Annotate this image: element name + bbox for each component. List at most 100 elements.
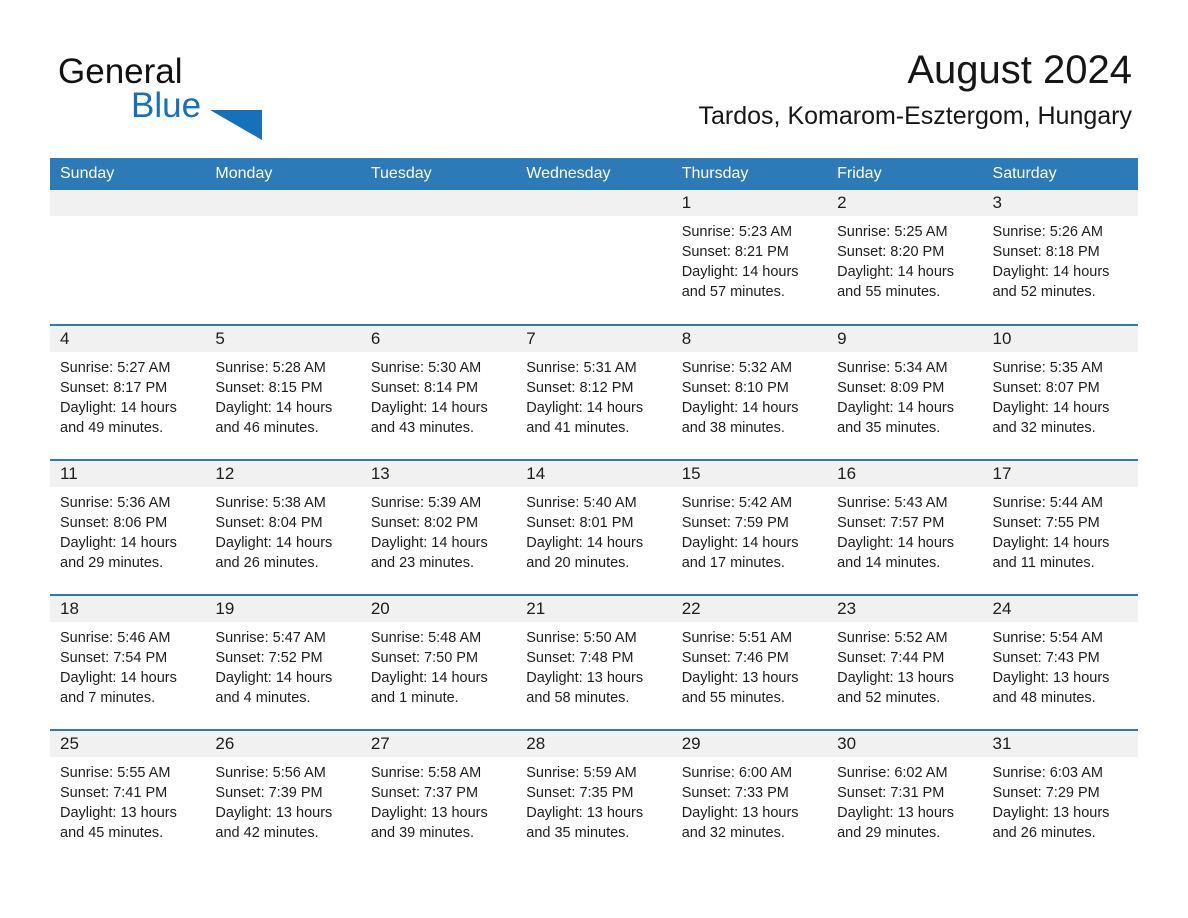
calendar-day-cell[interactable]: 3 Sunrise: 5:26 AM Sunset: 8:18 PM Dayli…	[982, 190, 1138, 325]
calendar-day-cell[interactable]: 2 Sunrise: 5:25 AM Sunset: 8:20 PM Dayli…	[827, 190, 983, 325]
daylight-text-line1: Daylight: 14 hours	[215, 670, 333, 686]
day-number: 13	[360, 461, 517, 487]
sunset-text: Sunset: 8:07 PM	[992, 380, 1100, 396]
sunset-text: Sunset: 7:44 PM	[837, 650, 945, 666]
calendar-day-cell[interactable]: 14 Sunrise: 5:40 AM Sunset: 8:01 PM Dayl…	[516, 459, 672, 595]
calendar-day-cell[interactable]: 9 Sunrise: 5:34 AM Sunset: 8:09 PM Dayli…	[827, 324, 983, 460]
sunrise-text: Sunrise: 5:34 AM	[837, 360, 948, 376]
sunrise-text: Sunrise: 5:38 AM	[215, 495, 326, 511]
daylight-text-line1: Daylight: 14 hours	[681, 535, 799, 551]
day-details: Sunrise: 5:48 AM Sunset: 7:50 PM Dayligh…	[361, 622, 516, 708]
calendar-day-cell[interactable]: 31 Sunrise: 6:03 AM Sunset: 7:29 PM Dayl…	[982, 729, 1138, 865]
calendar-day-cell[interactable]: 28 Sunrise: 5:59 AM Sunset: 7:35 PM Dayl…	[516, 729, 672, 865]
weekday-header-saturday: Saturday	[982, 158, 1138, 190]
day-details	[361, 216, 516, 222]
day-number: 28	[516, 731, 672, 757]
calendar-day-cell[interactable]: 20 Sunrise: 5:48 AM Sunset: 7:50 PM Dayl…	[360, 594, 517, 730]
calendar-day-cell[interactable]: 26 Sunrise: 5:56 AM Sunset: 7:39 PM Dayl…	[205, 729, 361, 865]
calendar-day-cell[interactable]: 19 Sunrise: 5:47 AM Sunset: 7:52 PM Dayl…	[205, 594, 361, 730]
calendar-day-cell[interactable]: 29 Sunrise: 6:00 AM Sunset: 7:33 PM Dayl…	[671, 729, 828, 865]
day-details: Sunrise: 5:26 AM Sunset: 8:18 PM Dayligh…	[983, 216, 1138, 302]
day-details	[50, 216, 205, 222]
calendar-day-cell[interactable]: 18 Sunrise: 5:46 AM Sunset: 7:54 PM Dayl…	[50, 594, 206, 730]
calendar-day-cell[interactable]: 15 Sunrise: 5:42 AM Sunset: 7:59 PM Dayl…	[671, 459, 828, 595]
calendar-day-cell[interactable]: 22 Sunrise: 5:51 AM Sunset: 7:46 PM Dayl…	[671, 594, 828, 730]
day-details	[205, 216, 360, 222]
sunrise-text: Sunrise: 6:00 AM	[681, 765, 793, 781]
daylight-text-line2: and 42 minutes.	[215, 825, 319, 841]
daylight-text-line1: Daylight: 14 hours	[526, 535, 644, 551]
day-number: 20	[360, 596, 517, 622]
calendar-day-cell[interactable]	[50, 190, 206, 325]
sunset-text: Sunset: 8:01 PM	[526, 515, 634, 531]
weekday-header-sunday: Sunday	[50, 158, 206, 190]
calendar-day-cell[interactable]: 21 Sunrise: 5:50 AM Sunset: 7:48 PM Dayl…	[516, 594, 672, 730]
calendar-day-cell[interactable]: 4 Sunrise: 5:27 AM Sunset: 8:17 PM Dayli…	[50, 324, 206, 460]
day-details: Sunrise: 5:55 AM Sunset: 7:41 PM Dayligh…	[50, 757, 205, 843]
daylight-text-line1: Daylight: 14 hours	[837, 535, 954, 551]
day-number: 5	[205, 326, 361, 352]
day-number: 27	[360, 731, 517, 757]
day-details: Sunrise: 5:27 AM Sunset: 8:17 PM Dayligh…	[50, 352, 205, 438]
daylight-text-line1: Daylight: 14 hours	[526, 400, 644, 416]
sunrise-text: Sunrise: 5:56 AM	[215, 765, 326, 781]
day-details: Sunrise: 5:47 AM Sunset: 7:52 PM Dayligh…	[205, 622, 360, 708]
calendar-day-cell[interactable]: 30 Sunrise: 6:02 AM Sunset: 7:31 PM Dayl…	[827, 729, 983, 865]
daylight-text-line1: Daylight: 13 hours	[215, 805, 333, 821]
calendar-day-cell[interactable]: 13 Sunrise: 5:39 AM Sunset: 8:02 PM Dayl…	[360, 459, 517, 595]
calendar-day-cell[interactable]: 23 Sunrise: 5:52 AM Sunset: 7:44 PM Dayl…	[827, 594, 983, 730]
calendar-day-cell[interactable]: 5 Sunrise: 5:28 AM Sunset: 8:15 PM Dayli…	[205, 324, 361, 460]
calendar-day-cell[interactable]	[205, 190, 361, 325]
sunrise-text: Sunrise: 5:36 AM	[60, 495, 171, 511]
day-details: Sunrise: 5:30 AM Sunset: 8:14 PM Dayligh…	[361, 352, 516, 438]
calendar-header-row: Sunday Monday Tuesday Wednesday Thursday…	[50, 158, 1138, 190]
day-details: Sunrise: 5:35 AM Sunset: 8:07 PM Dayligh…	[983, 352, 1138, 438]
calendar-body: 1 Sunrise: 5:23 AM Sunset: 8:21 PM Dayli…	[50, 190, 1138, 865]
day-details: Sunrise: 5:43 AM Sunset: 7:57 PM Dayligh…	[827, 487, 982, 573]
brand-logo[interactable]: General Blue	[58, 52, 388, 140]
daylight-text-line2: and 43 minutes.	[370, 420, 475, 436]
calendar-day-cell[interactable]: 6 Sunrise: 5:30 AM Sunset: 8:14 PM Dayli…	[360, 324, 517, 460]
day-number: 2	[827, 190, 983, 216]
sunrise-text: Sunrise: 5:55 AM	[60, 765, 171, 781]
calendar-day-cell[interactable]: 11 Sunrise: 5:36 AM Sunset: 8:06 PM Dayl…	[50, 459, 206, 595]
daylight-text-line2: and 32 minutes.	[992, 420, 1096, 436]
day-number	[360, 190, 517, 216]
calendar-day-cell[interactable]: 8 Sunrise: 5:32 AM Sunset: 8:10 PM Dayli…	[671, 324, 828, 460]
daylight-text-line2: and 55 minutes.	[681, 690, 785, 706]
day-details: Sunrise: 5:46 AM Sunset: 7:54 PM Dayligh…	[50, 622, 205, 708]
day-number: 7	[516, 326, 672, 352]
daylight-text-line2: and 49 minutes.	[60, 420, 164, 436]
sunrise-text: Sunrise: 5:59 AM	[526, 765, 637, 781]
sunset-text: Sunset: 8:14 PM	[370, 380, 479, 396]
sunset-text: Sunset: 8:15 PM	[215, 380, 323, 396]
sunrise-text: Sunrise: 5:54 AM	[992, 630, 1103, 646]
calendar-day-cell[interactable]: 7 Sunrise: 5:31 AM Sunset: 8:12 PM Dayli…	[516, 324, 672, 460]
sunrise-text: Sunrise: 5:27 AM	[60, 360, 171, 376]
calendar-day-cell[interactable]: 17 Sunrise: 5:44 AM Sunset: 7:55 PM Dayl…	[982, 459, 1138, 595]
calendar-day-cell[interactable]: 1 Sunrise: 5:23 AM Sunset: 8:21 PM Dayli…	[671, 190, 828, 325]
day-number: 11	[50, 461, 206, 487]
day-details: Sunrise: 5:38 AM Sunset: 8:04 PM Dayligh…	[205, 487, 360, 573]
calendar-day-cell[interactable]: 12 Sunrise: 5:38 AM Sunset: 8:04 PM Dayl…	[205, 459, 361, 595]
calendar-day-cell[interactable]: 27 Sunrise: 5:58 AM Sunset: 7:37 PM Dayl…	[360, 729, 517, 865]
calendar-day-cell[interactable]: 24 Sunrise: 5:54 AM Sunset: 7:43 PM Dayl…	[982, 594, 1138, 730]
calendar-day-cell[interactable]	[516, 190, 672, 325]
daylight-text-line2: and 20 minutes.	[526, 555, 630, 571]
daylight-text-line1: Daylight: 14 hours	[992, 535, 1110, 551]
day-details: Sunrise: 6:03 AM Sunset: 7:29 PM Dayligh…	[983, 757, 1138, 843]
day-details: Sunrise: 5:58 AM Sunset: 7:37 PM Dayligh…	[361, 757, 516, 843]
sunrise-text: Sunrise: 5:47 AM	[215, 630, 326, 646]
sunrise-text: Sunrise: 5:25 AM	[837, 224, 948, 240]
calendar-day-cell[interactable]: 16 Sunrise: 5:43 AM Sunset: 7:57 PM Dayl…	[827, 459, 983, 595]
calendar-day-cell[interactable]: 25 Sunrise: 5:55 AM Sunset: 7:41 PM Dayl…	[50, 729, 206, 865]
sunrise-text: Sunrise: 5:44 AM	[992, 495, 1103, 511]
sunset-text: Sunset: 8:06 PM	[60, 515, 168, 531]
calendar-day-cell[interactable]: 10 Sunrise: 5:35 AM Sunset: 8:07 PM Dayl…	[982, 324, 1138, 460]
calendar-day-cell[interactable]	[360, 190, 517, 325]
daylight-text-line2: and 58 minutes.	[526, 690, 630, 706]
daylight-text-line2: and 4 minutes.	[215, 690, 311, 706]
sunrise-text: Sunrise: 5:52 AM	[837, 630, 948, 646]
daylight-text-line1: Daylight: 13 hours	[681, 805, 799, 821]
sunrise-text: Sunrise: 5:32 AM	[681, 360, 793, 376]
